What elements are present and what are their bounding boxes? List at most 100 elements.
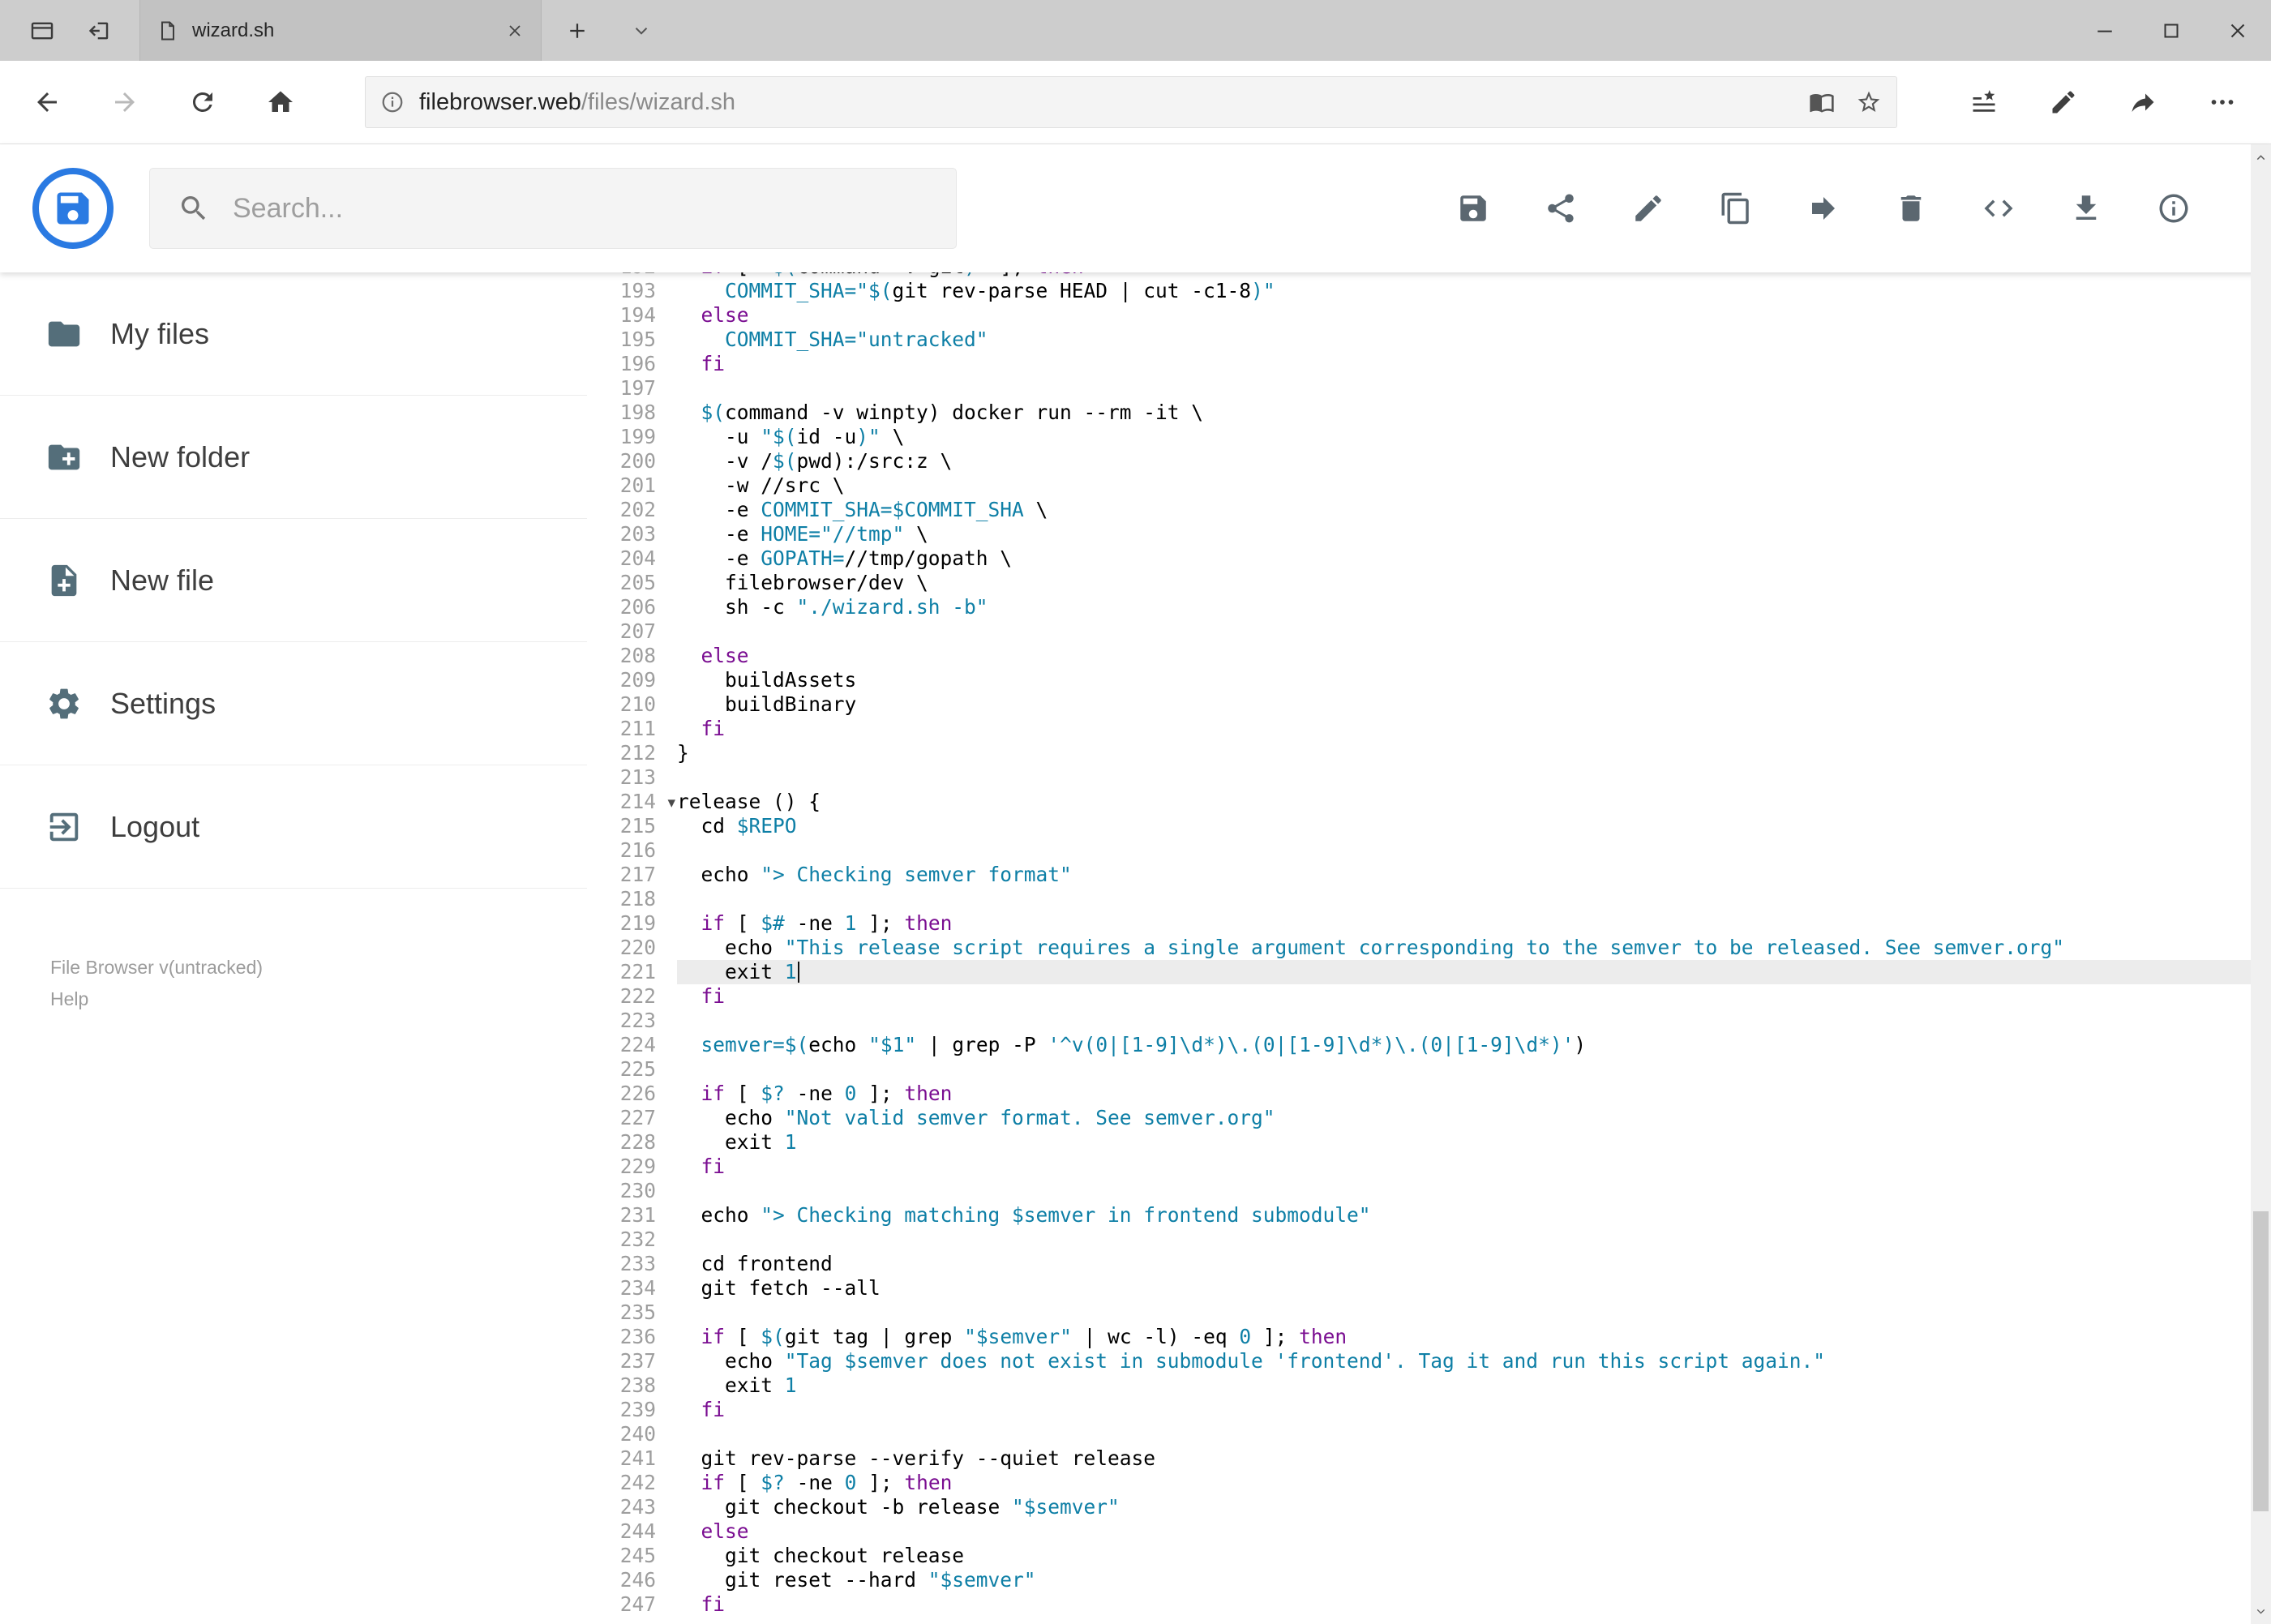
maximize-button[interactable] <box>2138 0 2205 61</box>
code-line[interactable]: echo "Not valid semver format. See semve… <box>677 1106 2251 1130</box>
code-button[interactable] <box>1955 165 2042 252</box>
tabs-preview-button[interactable] <box>28 17 56 45</box>
code-editor[interactable]: 1921931941951961971981992002012022032042… <box>587 272 2251 1624</box>
web-note-button[interactable] <box>2024 68 2103 136</box>
code-line[interactable] <box>677 765 2251 790</box>
code-line[interactable] <box>677 1057 2251 1082</box>
code-line[interactable]: $(command -v winpty) docker run --rm -it… <box>677 401 2251 425</box>
code-line[interactable]: if [ $? -ne 0 ]; then <box>677 1471 2251 1495</box>
code-line[interactable]: fi <box>677 1155 2251 1179</box>
fold-marker-icon[interactable]: ▾ <box>667 791 675 815</box>
code-line[interactable]: -e COMMIT_SHA=$COMMIT_SHA \ <box>677 498 2251 522</box>
share-button[interactable] <box>1517 165 1605 252</box>
code-line[interactable]: -v /$(pwd):/src:z \ <box>677 449 2251 473</box>
rename-button[interactable] <box>1605 165 1692 252</box>
search-input[interactable] <box>231 191 956 225</box>
sidebar-item-my-files[interactable]: My files <box>0 272 587 396</box>
code-area[interactable]: if [ "$(command -v git)" ]; then COMMIT_… <box>677 272 2251 1617</box>
favorite-star-button[interactable] <box>1856 89 1882 115</box>
more-button[interactable] <box>2183 68 2262 136</box>
code-line[interactable] <box>677 1179 2251 1203</box>
copy-button[interactable] <box>1692 165 1780 252</box>
code-line[interactable]: if [ $# -ne 1 ]; then <box>677 911 2251 936</box>
code-line[interactable]: else <box>677 1519 2251 1544</box>
download-button[interactable] <box>2042 165 2130 252</box>
code-line[interactable]: echo "> Checking semver format" <box>677 863 2251 887</box>
code-line[interactable] <box>677 1228 2251 1252</box>
scroll-up-button[interactable] <box>2251 144 2271 170</box>
code-line[interactable] <box>677 838 2251 863</box>
code-line[interactable]: git checkout release <box>677 1544 2251 1568</box>
code-line[interactable] <box>677 1422 2251 1446</box>
code-line[interactable]: release () { <box>677 790 2251 814</box>
code-line[interactable]: cd frontend <box>677 1252 2251 1276</box>
code-line[interactable]: git checkout -b release "$semver" <box>677 1495 2251 1519</box>
tab-preview-toggle[interactable] <box>613 0 670 61</box>
code-line[interactable]: COMMIT_SHA="untracked" <box>677 328 2251 352</box>
code-line[interactable]: else <box>677 303 2251 328</box>
tab-close-button[interactable] <box>505 21 525 41</box>
sidebar-item-new-file[interactable]: New file <box>0 519 587 642</box>
code-line[interactable]: fi <box>677 717 2251 741</box>
code-line[interactable]: exit 1 <box>677 1373 2251 1398</box>
close-window-button[interactable] <box>2205 0 2271 61</box>
code-line[interactable]: else <box>677 644 2251 668</box>
page-scrollbar[interactable] <box>2251 144 2271 1624</box>
search-box[interactable] <box>149 168 957 249</box>
reading-view-button[interactable] <box>1809 89 1835 115</box>
set-tabs-aside-button[interactable] <box>84 17 111 45</box>
minimize-button[interactable] <box>2072 0 2138 61</box>
url-text[interactable]: filebrowser.web/files/wizard.sh <box>419 89 1809 116</box>
code-line[interactable]: if [ $(git tag | grep "$semver" | wc -l)… <box>677 1325 2251 1349</box>
code-line[interactable]: if [ $? -ne 0 ]; then <box>677 1082 2251 1106</box>
code-line[interactable]: -e GOPATH=//tmp/gopath \ <box>677 546 2251 571</box>
code-line[interactable]: echo "> Checking matching $semver in fro… <box>677 1203 2251 1228</box>
address-bar[interactable]: filebrowser.web/files/wizard.sh <box>365 76 1897 128</box>
info-button[interactable] <box>2130 165 2217 252</box>
home-button[interactable] <box>242 68 319 136</box>
code-line[interactable]: echo "This release script requires a sin… <box>677 936 2251 960</box>
code-line[interactable]: -u "$(id -u)" \ <box>677 425 2251 449</box>
refresh-button[interactable] <box>164 68 242 136</box>
sidebar-item-new-folder[interactable]: New folder <box>0 396 587 519</box>
forward-button[interactable] <box>86 68 164 136</box>
delete-button[interactable] <box>1867 165 1955 252</box>
code-line[interactable]: git reset --hard "$semver" <box>677 1568 2251 1592</box>
sidebar-item-settings[interactable]: Settings <box>0 642 587 765</box>
save-button[interactable] <box>1429 165 1517 252</box>
code-line[interactable]: git fetch --all <box>677 1276 2251 1300</box>
code-line[interactable]: fi <box>677 1592 2251 1617</box>
code-line[interactable]: filebrowser/dev \ <box>677 571 2251 595</box>
code-line[interactable]: echo "Tag $semver does not exist in subm… <box>677 1349 2251 1373</box>
code-line[interactable]: fi <box>677 352 2251 376</box>
share-page-button[interactable] <box>2103 68 2183 136</box>
code-line[interactable]: fi <box>677 1398 2251 1422</box>
scrollbar-thumb[interactable] <box>2253 1211 2269 1511</box>
code-line[interactable]: semver=$(echo "$1" | grep -P '^v(0|[1-9]… <box>677 1033 2251 1057</box>
move-button[interactable] <box>1780 165 1867 252</box>
code-line[interactable]: cd $REPO <box>677 814 2251 838</box>
code-line[interactable] <box>677 887 2251 911</box>
code-line[interactable]: buildAssets <box>677 668 2251 692</box>
hub-button[interactable] <box>1944 68 2024 136</box>
code-line[interactable]: git rev-parse --verify --quiet release <box>677 1446 2251 1471</box>
code-line[interactable]: -e HOME="//tmp" \ <box>677 522 2251 546</box>
code-line[interactable]: exit 1 <box>677 1130 2251 1155</box>
code-line[interactable]: -w //src \ <box>677 473 2251 498</box>
new-tab-button[interactable] <box>542 0 613 61</box>
code-line[interactable]: if [ "$(command -v git)" ]; then <box>677 272 2251 279</box>
code-line[interactable]: COMMIT_SHA="$(git rev-parse HEAD | cut -… <box>677 279 2251 303</box>
code-line[interactable] <box>677 619 2251 644</box>
code-line[interactable] <box>677 1300 2251 1325</box>
code-line[interactable] <box>677 376 2251 401</box>
code-line[interactable]: sh -c "./wizard.sh -b" <box>677 595 2251 619</box>
scroll-down-button[interactable] <box>2251 1598 2271 1624</box>
code-line[interactable]: fi <box>677 984 2251 1009</box>
code-line[interactable] <box>677 1009 2251 1033</box>
code-line[interactable]: exit 1 <box>677 960 2251 984</box>
back-button[interactable] <box>8 68 86 136</box>
page-info-icon[interactable] <box>380 90 405 114</box>
app-logo[interactable] <box>32 168 114 249</box>
code-line[interactable]: } <box>677 741 2251 765</box>
code-line[interactable]: buildBinary <box>677 692 2251 717</box>
